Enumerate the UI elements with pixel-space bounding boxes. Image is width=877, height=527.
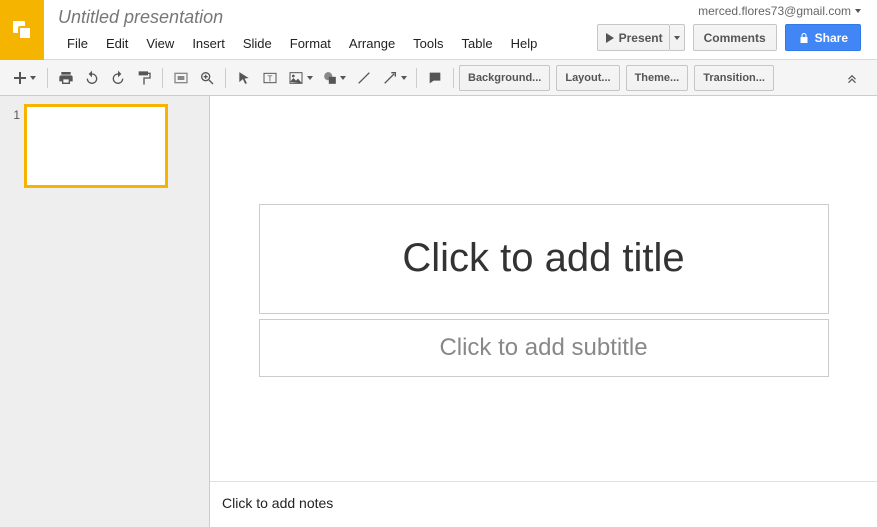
comment-button[interactable] [422,65,448,91]
slide-stage[interactable]: Click to add title Click to add subtitle [210,96,877,481]
menu-edit[interactable]: Edit [97,32,137,55]
image-icon [288,70,304,86]
present-button[interactable]: Present [597,24,670,51]
separator [225,68,226,88]
fit-icon [173,70,189,86]
chevrons-up-icon [845,71,859,85]
line-button[interactable] [351,65,377,91]
speaker-notes[interactable]: Click to add notes [210,487,877,527]
chevron-down-icon [855,9,861,13]
redo-icon [110,70,126,86]
undo-icon [84,70,100,86]
separator [162,68,163,88]
textbox-icon: T [262,70,278,86]
shape-button[interactable] [317,65,351,91]
arrow-icon [382,70,398,86]
subtitle-placeholder[interactable]: Click to add subtitle [259,319,829,377]
paint-roller-icon [136,70,152,86]
share-label: Share [815,31,848,45]
chevron-down-icon [674,36,680,40]
menu-file[interactable]: File [58,32,97,55]
zoom-button[interactable] [194,65,220,91]
present-label: Present [619,31,663,45]
menubar: File Edit View Insert Slide Format Arran… [58,32,597,55]
workspace: 1 Click to add title Click to add subtit… [0,96,877,527]
share-button[interactable]: Share [785,24,861,51]
menu-insert[interactable]: Insert [183,32,234,55]
app-logo[interactable] [0,0,44,60]
comments-button[interactable]: Comments [693,24,777,51]
chevron-down-icon [401,76,407,80]
header-buttons: Present Comments Share [597,24,861,51]
theme-button[interactable]: Theme... [626,65,689,91]
separator [47,68,48,88]
menu-help[interactable]: Help [502,32,547,55]
line-icon [356,70,372,86]
play-icon [606,33,614,43]
menu-arrange[interactable]: Arrange [340,32,404,55]
lock-icon [798,32,810,44]
shape-icon [323,71,337,85]
user-email-text: merced.flores73@gmail.com [698,4,851,18]
paint-format-button[interactable] [131,65,157,91]
header-bar: Untitled presentation File Edit View Ins… [0,0,877,60]
menu-table[interactable]: Table [453,32,502,55]
toolbar: T Background... Layout... Theme... Trans… [0,60,877,96]
slides-icon [10,18,34,42]
slide-thumb-row[interactable]: 1 [8,106,201,186]
undo-button[interactable] [79,65,105,91]
textbox-button[interactable]: T [257,65,283,91]
slide-thumbnail[interactable] [26,106,166,186]
slide[interactable]: Click to add title Click to add subtitle [239,104,849,444]
present-dropdown-button[interactable] [670,24,685,51]
plus-icon [14,72,26,84]
chevron-down-icon [30,76,36,80]
title-placeholder[interactable]: Click to add title [259,204,829,314]
svg-text:T: T [268,74,273,83]
arrow-button[interactable] [377,65,411,91]
layout-button[interactable]: Layout... [556,65,619,91]
select-tool-button[interactable] [231,65,257,91]
menu-tools[interactable]: Tools [404,32,452,55]
print-button[interactable] [53,65,79,91]
header-main: Untitled presentation File Edit View Ins… [44,0,597,55]
separator [416,68,417,88]
slide-number: 1 [8,106,20,122]
user-menu[interactable]: merced.flores73@gmail.com [698,4,861,18]
chevron-down-icon [307,76,313,80]
zoom-fit-button[interactable] [168,65,194,91]
canvas-area: Click to add title Click to add subtitle… [210,96,877,527]
expand-toolbar-button[interactable] [839,65,865,91]
transition-button[interactable]: Transition... [694,65,774,91]
comment-icon [427,70,443,86]
zoom-icon [199,70,215,86]
menu-view[interactable]: View [137,32,183,55]
redo-button[interactable] [105,65,131,91]
filmstrip[interactable]: 1 [0,96,210,527]
doc-title[interactable]: Untitled presentation [58,6,597,28]
print-icon [58,70,74,86]
menu-slide[interactable]: Slide [234,32,281,55]
background-button[interactable]: Background... [459,65,550,91]
menu-format[interactable]: Format [281,32,340,55]
chevron-down-icon [340,76,346,80]
header-right: merced.flores73@gmail.com Present Commen… [597,0,877,51]
cursor-icon [237,71,251,85]
separator [453,68,454,88]
new-slide-button[interactable] [8,65,42,91]
image-button[interactable] [283,65,317,91]
